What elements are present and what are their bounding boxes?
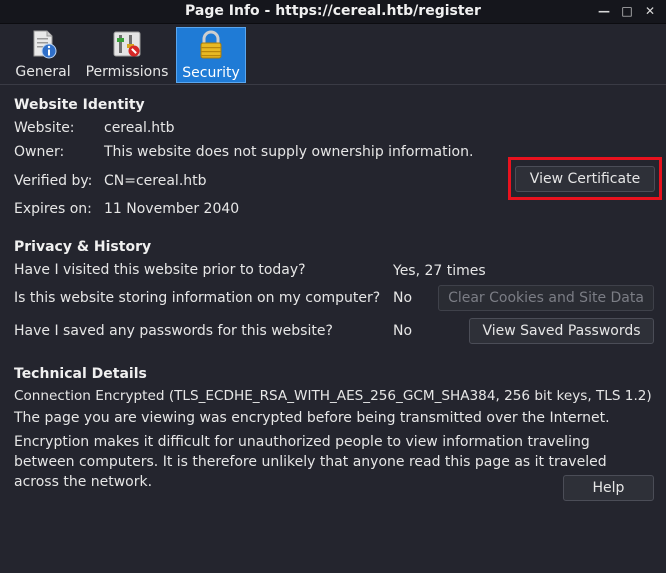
passwords-answer: No xyxy=(393,323,413,339)
visited-question: Have I visited this website prior to tod… xyxy=(14,262,306,278)
maximize-icon[interactable]: □ xyxy=(621,3,633,19)
close-icon[interactable]: ✕ xyxy=(644,3,656,19)
website-identity-heading: Website Identity xyxy=(14,97,145,113)
view-saved-passwords-button[interactable]: View Saved Passwords xyxy=(469,318,654,344)
technical-details-heading: Technical Details xyxy=(14,366,147,382)
window-controls: — □ ✕ xyxy=(598,3,656,19)
tab-permissions[interactable]: Permissions xyxy=(86,27,168,83)
encryption-explanation: Encryption makes it difficult for unauth… xyxy=(14,434,607,490)
owner-value: This website does not supply ownership i… xyxy=(104,144,474,160)
tab-general-label: General xyxy=(15,64,71,80)
connection-details: Connection Encrypted (TLS_ECDHE_RSA_WITH… xyxy=(14,388,652,404)
visited-answer: Yes, 27 times xyxy=(393,263,486,279)
owner-label: Owner: xyxy=(14,144,65,160)
privacy-history-heading: Privacy & History xyxy=(14,239,152,255)
document-info-icon xyxy=(33,30,57,59)
website-label: Website: xyxy=(14,120,75,136)
padlock-icon xyxy=(200,30,222,59)
storing-question: Is this website storing information on m… xyxy=(14,290,381,306)
window-titlebar: Page Info - https://cereal.htb/register … xyxy=(0,0,666,24)
tab-security[interactable]: Security xyxy=(176,27,246,83)
tab-general[interactable]: General xyxy=(14,27,72,83)
help-button[interactable]: Help xyxy=(563,475,654,501)
view-certificate-button[interactable]: View Certificate xyxy=(515,166,655,192)
minimize-icon[interactable]: — xyxy=(598,3,610,19)
clear-cookies-button[interactable]: Clear Cookies and Site Data xyxy=(438,285,654,311)
window-title: Page Info - https://cereal.htb/register xyxy=(185,3,481,19)
verified-by-label: Verified by: xyxy=(14,173,93,189)
expires-on-label: Expires on: xyxy=(14,201,92,217)
tab-toolbar: General Permissions Security xyxy=(0,24,666,85)
tab-security-label: Security xyxy=(182,65,240,81)
security-panel: Website Identity Website: cereal.htb Own… xyxy=(0,86,666,573)
expires-on-value: 11 November 2040 xyxy=(104,201,240,217)
verified-by-value: CN=cereal.htb xyxy=(104,173,207,189)
passwords-question: Have I saved any passwords for this webs… xyxy=(14,323,333,339)
website-value: cereal.htb xyxy=(104,120,175,136)
storing-answer: No xyxy=(393,290,413,306)
permissions-icon xyxy=(113,31,141,57)
tab-permissions-label: Permissions xyxy=(85,64,169,80)
encryption-note: The page you are viewing was encrypted b… xyxy=(14,410,610,426)
